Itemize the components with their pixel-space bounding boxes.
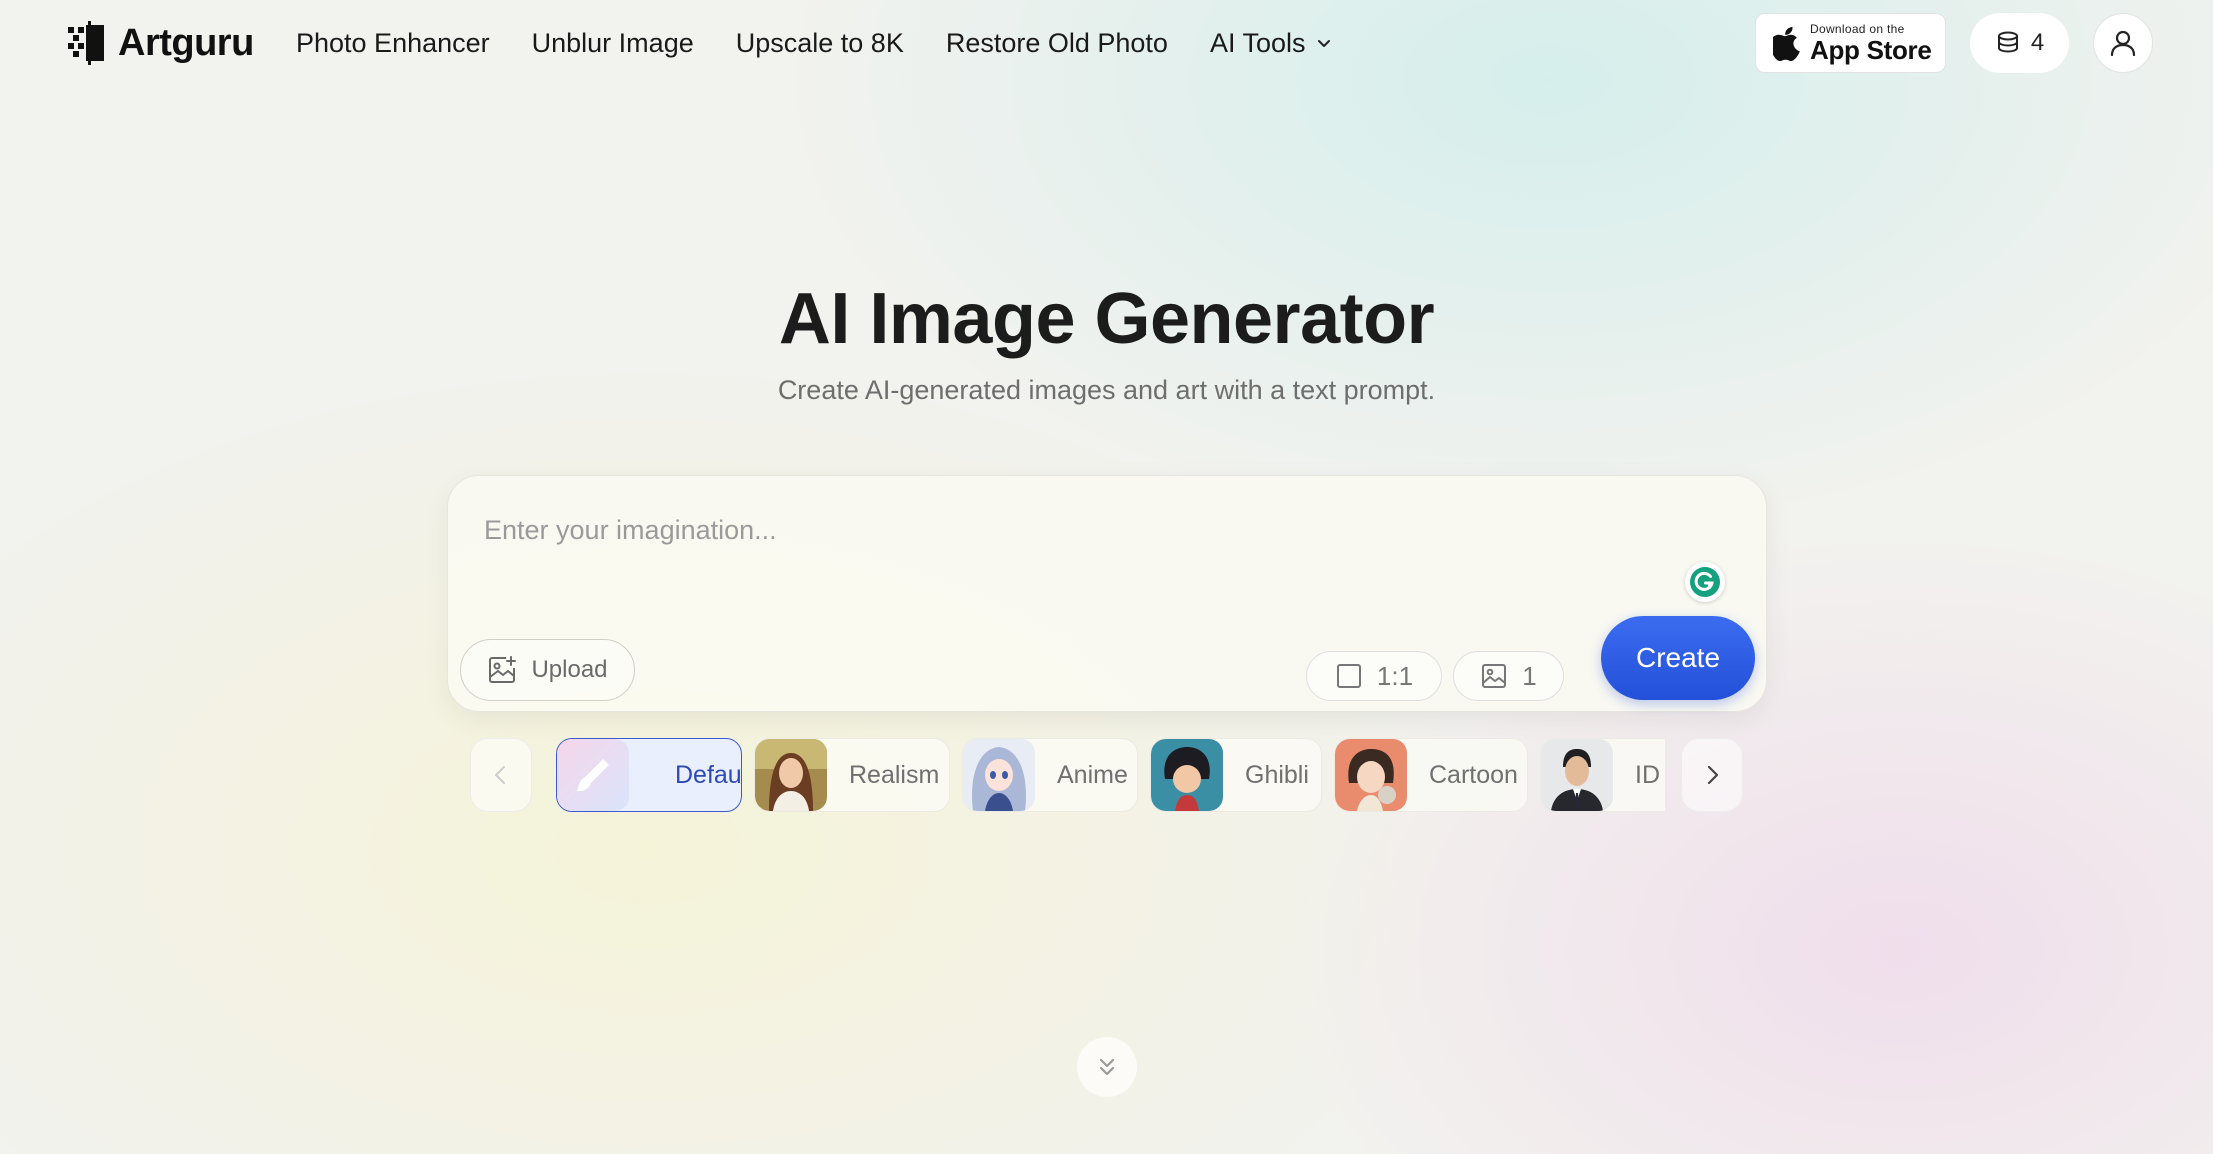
style-label-id: ID [1635,760,1660,789]
nav-ai-tools-label: AI Tools [1209,27,1306,58]
square-ratio-icon [1336,664,1361,688]
image-count-selector[interactable]: 1 [1453,651,1564,701]
style-label-cartoon: Cartoon [1429,760,1518,789]
create-button[interactable]: Create [1601,616,1755,700]
upload-label: Upload [531,656,608,683]
style-label-anime: Anime [1057,760,1128,789]
carousel-next-button[interactable] [1681,738,1743,812]
style-label-default: Default [675,760,742,789]
main-nav: Photo Enhancer Unblur Image Upscale to 8… [296,24,1374,62]
style-chip-realism[interactable]: Realism [754,738,950,812]
nav-unblur-image[interactable]: Unblur Image [532,28,694,59]
double-chevron-down-icon [1099,1058,1115,1076]
realism-thumbnail [755,739,827,811]
id-photo-thumbnail [1541,739,1613,811]
brand-logo[interactable]: Artguru [64,18,254,68]
upload-image-button[interactable]: Upload [460,639,635,701]
grammarly-icon [1690,567,1720,597]
coin-stack-icon [1997,31,2018,53]
user-icon [2110,30,2136,57]
artguru-logo-icon [68,21,104,65]
chevron-left-icon [494,765,506,785]
style-options: Default Realism Anime [556,738,1665,812]
style-label-realism: Realism [849,760,940,789]
nav-photo-enhancer[interactable]: Photo Enhancer [296,28,490,59]
style-carousel: Default Realism Anime [470,738,1744,812]
aspect-ratio-selector[interactable]: 1:1 [1306,651,1442,701]
paintbrush-icon [557,739,629,811]
prompt-panel: Upload 1:1 1 Create [447,475,1767,712]
ghibli-thumbnail [1151,739,1223,811]
image-upload-icon [489,656,517,683]
style-chip-anime[interactable]: Anime [962,738,1138,812]
app-store-text: Download on the App Store [1810,23,1932,63]
page-title: AI Image Generator [778,279,1435,359]
nav-restore-old-photo[interactable]: Restore Old Photo [946,28,1168,59]
style-label-ghibli: Ghibli [1245,760,1309,789]
anime-thumbnail [963,739,1035,811]
chevron-down-icon [1317,40,1330,47]
nav-upscale-8k[interactable]: Upscale to 8K [736,28,904,59]
carousel-prev-button[interactable] [470,738,532,812]
nav-ai-tools-dropdown[interactable]: AI Tools [1210,28,1332,59]
image-count-value: 1 [1522,660,1537,691]
aspect-ratio-value: 1:1 [1376,660,1414,691]
style-chip-id[interactable]: ID [1540,738,1665,812]
credits-count: 4 [2030,29,2045,56]
style-chip-ghibli[interactable]: Ghibli [1150,738,1322,812]
style-chip-cartoon[interactable]: Cartoon [1334,738,1528,812]
app-store-small-text: Download on the [1810,22,1905,36]
style-chip-default[interactable]: Default [556,738,742,812]
credits-button[interactable]: 4 [1970,13,2069,73]
user-account-button[interactable] [2093,13,2153,73]
app-store-big-text: App Store [1810,35,1932,65]
image-icon [1482,664,1507,688]
brand-name: Artguru [118,21,254,64]
scroll-down-button[interactable] [1077,1037,1137,1097]
app-store-badge[interactable]: Download on the App Store [1755,13,1946,73]
cartoon-thumbnail [1335,739,1407,811]
prompt-input[interactable] [484,500,1634,560]
grammarly-badge[interactable] [1685,562,1725,602]
top-header: Artguru Photo Enhancer Unblur Image Upsc… [0,0,2213,86]
apple-icon [1773,27,1800,61]
page-subtitle: Create AI-generated images and art with … [777,375,1436,405]
chevron-right-icon [1707,765,1719,785]
